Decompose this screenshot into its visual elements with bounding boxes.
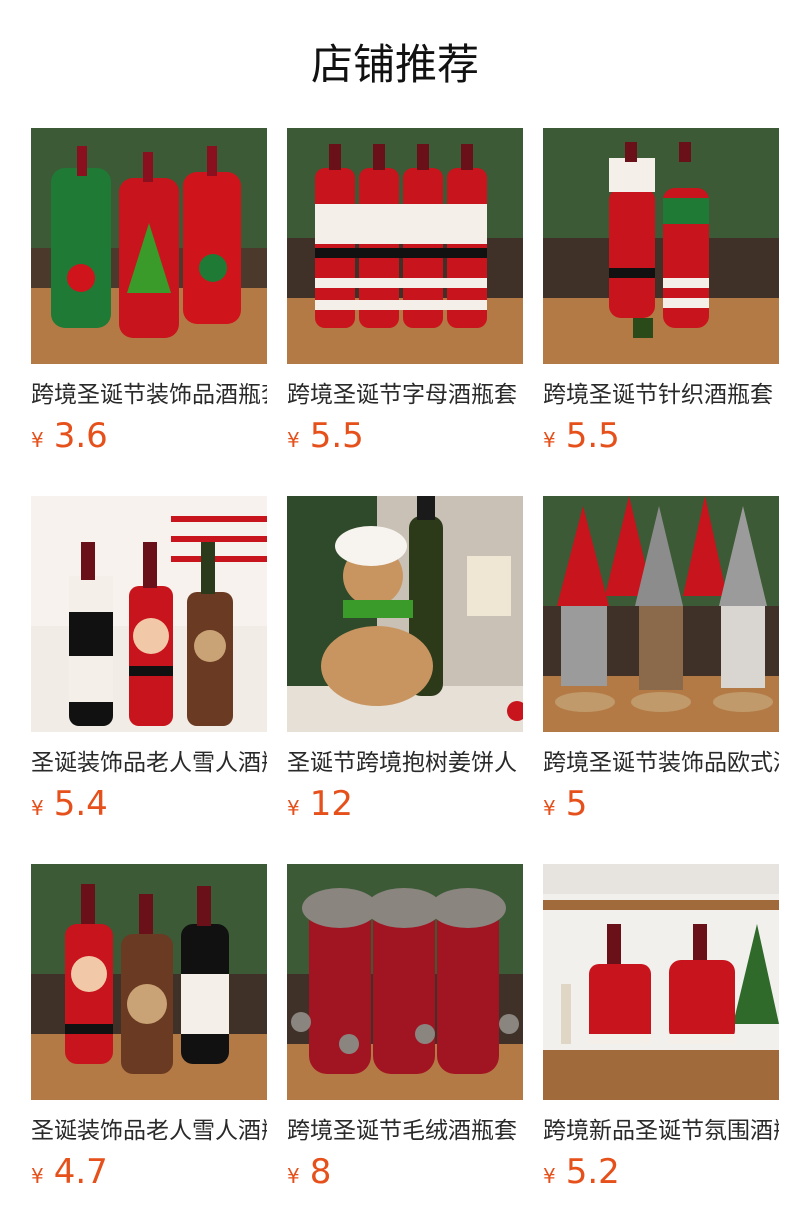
product-card[interactable]: 圣诞节跨境抱树姜饼人 ¥ 12 bbox=[287, 496, 523, 828]
product-image[interactable] bbox=[31, 128, 267, 364]
product-image[interactable] bbox=[287, 128, 523, 364]
currency-symbol: ¥ bbox=[31, 1164, 44, 1188]
product-image[interactable] bbox=[287, 864, 523, 1100]
price-value: 5.5 bbox=[565, 416, 620, 456]
price-value: 5.2 bbox=[565, 1152, 620, 1192]
product-name[interactable]: 跨境圣诞节装饰品欧式酒瓶套 bbox=[543, 746, 779, 780]
price-value: 3.6 bbox=[53, 416, 108, 456]
product-image[interactable] bbox=[287, 496, 523, 732]
price-value: 5.5 bbox=[309, 416, 364, 456]
product-image[interactable] bbox=[543, 128, 779, 364]
product-price: ¥ 3.6 bbox=[31, 416, 267, 460]
price-value: 5 bbox=[565, 784, 588, 824]
currency-symbol: ¥ bbox=[31, 428, 44, 452]
price-value: 8 bbox=[309, 1152, 332, 1192]
product-price: ¥ 12 bbox=[287, 784, 523, 828]
product-card[interactable]: 圣诞装饰品老人雪人酒瓶套 ¥ 4.7 bbox=[31, 864, 267, 1196]
product-name[interactable]: 跨境新品圣诞节氛围酒瓶套 bbox=[543, 1114, 779, 1148]
product-image[interactable] bbox=[31, 496, 267, 732]
product-name[interactable]: 跨境圣诞节毛绒酒瓶套 bbox=[287, 1114, 523, 1148]
currency-symbol: ¥ bbox=[287, 1164, 300, 1188]
product-price: ¥ 5.2 bbox=[543, 1152, 779, 1196]
currency-symbol: ¥ bbox=[543, 428, 556, 452]
product-card[interactable]: 圣诞装饰品老人雪人酒瓶套 ¥ 5.4 bbox=[31, 496, 267, 828]
currency-symbol: ¥ bbox=[287, 796, 300, 820]
price-value: 12 bbox=[309, 784, 353, 824]
price-value: 4.7 bbox=[53, 1152, 108, 1192]
product-name[interactable]: 跨境圣诞节字母酒瓶套 bbox=[287, 378, 523, 412]
currency-symbol: ¥ bbox=[287, 428, 300, 452]
product-image[interactable] bbox=[31, 864, 267, 1100]
product-price: ¥ 5.5 bbox=[287, 416, 523, 460]
product-name[interactable]: 圣诞节跨境抱树姜饼人 bbox=[287, 746, 523, 780]
product-price: ¥ 8 bbox=[287, 1152, 523, 1196]
product-card[interactable]: 跨境圣诞节字母酒瓶套 ¥ 5.5 bbox=[287, 128, 523, 460]
currency-symbol: ¥ bbox=[31, 796, 44, 820]
product-image[interactable] bbox=[543, 496, 779, 732]
product-price: ¥ 5 bbox=[543, 784, 779, 828]
product-price: ¥ 5.5 bbox=[543, 416, 779, 460]
product-name[interactable]: 圣诞装饰品老人雪人酒瓶套 bbox=[31, 746, 267, 780]
product-image[interactable] bbox=[543, 864, 779, 1100]
product-card[interactable]: 跨境圣诞节毛绒酒瓶套 ¥ 8 bbox=[287, 864, 523, 1196]
product-card[interactable]: 跨境新品圣诞节氛围酒瓶套 ¥ 5.2 bbox=[543, 864, 779, 1196]
product-card[interactable]: 跨境圣诞节装饰品酒瓶套 ¥ 3.6 bbox=[31, 128, 267, 460]
product-price: ¥ 5.4 bbox=[31, 784, 267, 828]
product-card[interactable]: 跨境圣诞节针织酒瓶套 ¥ 5.5 bbox=[543, 128, 779, 460]
currency-symbol: ¥ bbox=[543, 796, 556, 820]
page-title: 店铺推荐 bbox=[310, 40, 479, 89]
price-value: 5.4 bbox=[53, 784, 108, 824]
product-name[interactable]: 跨境圣诞节装饰品酒瓶套 bbox=[31, 378, 267, 412]
product-card[interactable]: 跨境圣诞节装饰品欧式酒瓶套 ¥ 5 bbox=[543, 496, 779, 828]
currency-symbol: ¥ bbox=[543, 1164, 556, 1188]
product-name[interactable]: 跨境圣诞节针织酒瓶套 bbox=[543, 378, 779, 412]
product-price: ¥ 4.7 bbox=[31, 1152, 267, 1196]
product-name[interactable]: 圣诞装饰品老人雪人酒瓶套 bbox=[31, 1114, 267, 1148]
